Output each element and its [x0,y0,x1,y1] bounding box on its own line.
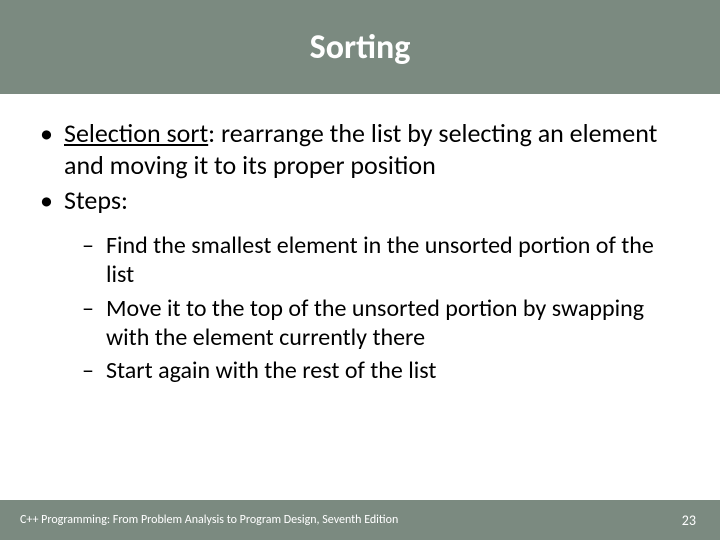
page-number: 23 [682,512,696,529]
slide-title: Sorting [310,27,411,68]
footer-band: C++ Programming: From Problem Analysis t… [0,500,720,540]
step-item: Move it to the top of the unsorted porti… [82,294,684,353]
footer-text: C++ Programming: From Problem Analysis t… [20,513,398,527]
title-band: Sorting [0,0,720,94]
slide: Sorting Selection sort: rearrange the li… [0,0,720,540]
steps-list: Find the smallest element in the unsorte… [64,231,684,385]
bullet-steps: Steps: Find the smallest element in the … [36,185,684,385]
bullet-steps-text: Steps: [64,184,128,216]
slide-body: Selection sort: rearrange the list by se… [0,94,720,385]
term-selection-sort: Selection sort [64,117,208,149]
main-bullets: Selection sort: rearrange the list by se… [36,118,684,385]
bullet-selection-sort: Selection sort: rearrange the list by se… [36,118,684,181]
step-item: Start again with the rest of the list [82,356,684,385]
step-item: Find the smallest element in the unsorte… [82,231,684,290]
